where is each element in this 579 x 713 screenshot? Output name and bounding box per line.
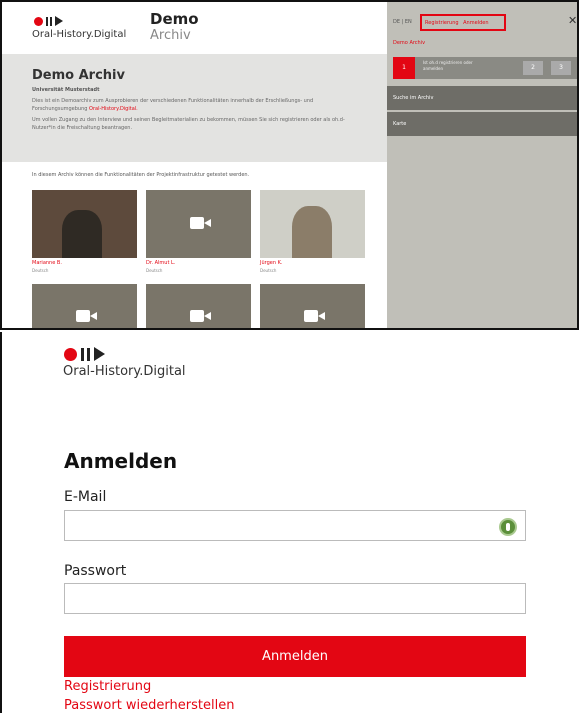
menu-map[interactable]: Karte [387, 112, 577, 136]
brand-logo[interactable] [64, 347, 105, 361]
email-field[interactable] [64, 510, 526, 541]
pause-icon [81, 347, 90, 361]
interviewee-name[interactable]: Dr. Almut L. [146, 260, 175, 266]
email-label: E-Mail [64, 489, 107, 505]
archive-note: In diesem Archiv können die Funktionalit… [32, 172, 250, 178]
play-icon [55, 16, 63, 26]
interview-language: Deutsch [260, 268, 277, 273]
login-screenshot: Oral-History.Digital Anmelden E-Mail Pas… [0, 332, 579, 713]
intro-text: Dies ist ein Demoarchiv zum Ausprobieren… [32, 98, 314, 112]
password-manager-icon[interactable] [499, 518, 517, 536]
step-1: 1 [393, 57, 415, 79]
header-title: Demo [150, 10, 199, 28]
language-switch[interactable]: DE | EN [393, 19, 412, 25]
interview-thumbnail[interactable] [32, 284, 137, 328]
interviewee-name[interactable]: Marianne B. [32, 260, 62, 266]
interview-thumbnail[interactable] [32, 190, 137, 258]
menu-search-archive[interactable]: Suche im Archiv [387, 86, 577, 110]
sidebar: DE | EN Registrierung Anmelden ✕ Demo Ar… [387, 2, 577, 328]
record-icon [64, 347, 77, 361]
register-login-box: Registrierung Anmelden [420, 14, 506, 31]
register-link[interactable]: Registrierung [64, 679, 151, 694]
register-link[interactable]: Registrierung [425, 20, 459, 26]
login-heading: Anmelden [64, 449, 178, 473]
registration-steps: 1 Ist oh.d registrieren oder anmelden 2 … [393, 57, 577, 79]
intro-paragraph-2: Um vollen Zugang zu den Interview und se… [32, 117, 345, 131]
play-icon [94, 347, 105, 361]
interview-thumbnail[interactable] [146, 190, 251, 258]
close-icon[interactable]: ✕ [568, 14, 577, 27]
interview-thumbnail[interactable] [260, 190, 365, 258]
pause-icon [46, 16, 52, 26]
record-icon [34, 16, 43, 26]
interviewee-name[interactable]: Jürgen K. [260, 260, 283, 266]
password-label: Passwort [64, 563, 127, 579]
archive-screenshot: Oral-History.Digital Demo Archiv Demo Ar… [0, 0, 579, 330]
sidebar-title: Demo Archiv [393, 40, 426, 46]
archive-intro: Demo Archiv Universität Musterstadt Dies… [2, 54, 387, 162]
login-link[interactable]: Anmelden [463, 20, 488, 26]
video-camera-icon [190, 217, 211, 229]
interview-thumbnail[interactable] [146, 284, 251, 328]
brand-name: Oral-History.Digital [32, 29, 127, 40]
video-camera-icon [304, 310, 325, 322]
password-field[interactable] [64, 583, 526, 614]
person-photo [62, 210, 102, 258]
intro-paragraph-1: Dies ist ein Demoarchiv zum Ausprobieren… [32, 97, 357, 113]
header-subtitle: Archiv [150, 28, 191, 43]
archive-header: Oral-History.Digital Demo Archiv [2, 2, 387, 54]
video-camera-icon [190, 310, 211, 322]
institution-name: Universität Musterstadt [32, 87, 100, 93]
person-photo [292, 206, 332, 258]
interview-language: Deutsch [146, 268, 163, 273]
video-camera-icon [76, 310, 97, 322]
oh-digital-link[interactable]: Oral-History.Digital. [89, 106, 138, 112]
step-2: 2 [523, 61, 543, 75]
archive-title: Demo Archiv [32, 68, 125, 83]
page: Oral-History.Digital Demo Archiv Demo Ar… [0, 0, 579, 713]
interview-thumbnail[interactable] [260, 284, 365, 328]
step-3: 3 [551, 61, 571, 75]
step-text: Ist oh.d registrieren oder anmelden [423, 60, 473, 71]
interview-language: Deutsch [32, 268, 49, 273]
brand-name: Oral-History.Digital [63, 364, 186, 379]
brand-logo[interactable] [34, 16, 63, 26]
forgot-password-link[interactable]: Passwort wiederherstellen [64, 698, 234, 713]
login-button[interactable]: Anmelden [64, 636, 526, 677]
